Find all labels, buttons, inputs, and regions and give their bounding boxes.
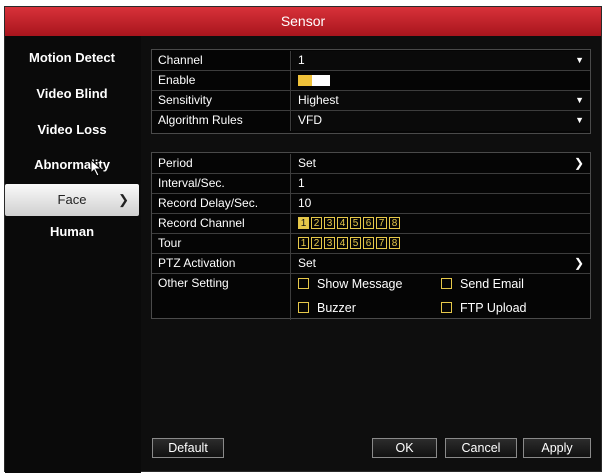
- ftp-upload-option[interactable]: FTP Upload: [441, 298, 526, 318]
- send-email-option[interactable]: Send Email: [441, 274, 524, 294]
- checkbox-icon: [441, 278, 452, 289]
- record-delay-input[interactable]: 10: [292, 194, 590, 213]
- record-delay-value: 10: [298, 196, 312, 210]
- record-channel-checkbox[interactable]: 7: [376, 217, 387, 229]
- interval-value: 1: [298, 176, 305, 190]
- sensitivity-select[interactable]: Highest ▼: [292, 91, 590, 110]
- sidebar-item-abnormality[interactable]: Abnormality: [5, 149, 139, 181]
- record-channel-row: Record Channel 1 2 3 4 5 6 7 8: [152, 214, 590, 234]
- caret-down-icon: ▼: [575, 95, 584, 105]
- channel-select[interactable]: 1 ▼: [292, 51, 590, 70]
- sidebar-item-label: Human: [49, 224, 95, 239]
- record-channel-checkbox[interactable]: 3: [324, 217, 335, 229]
- tour-row: Tour 1 2 3 4 5 6 7 8: [152, 234, 590, 254]
- record-channel-checkbox[interactable]: 5: [350, 217, 361, 229]
- checkbox-icon: [298, 278, 309, 289]
- caret-down-icon: ▼: [575, 115, 584, 125]
- caret-down-icon: ▼: [575, 55, 584, 65]
- record-channel-checkbox[interactable]: 8: [389, 217, 400, 229]
- default-button[interactable]: Default: [152, 438, 224, 458]
- algorithm-label: Algorithm Rules: [152, 111, 291, 131]
- algorithm-row: Algorithm Rules VFD ▼: [152, 111, 590, 131]
- tour-channel-selector: 1 2 3 4 5 6 7 8: [298, 237, 400, 249]
- show-message-label: Show Message: [317, 277, 403, 291]
- ptz-set-button[interactable]: Set ❯: [292, 254, 590, 273]
- show-message-option[interactable]: Show Message: [298, 274, 402, 294]
- sensor-window: Sensor Motion Detect Video Blind Video L…: [4, 6, 602, 473]
- enable-label: Enable: [152, 71, 291, 90]
- sidebar-item-label: Video Loss: [37, 122, 107, 137]
- interval-label: Interval/Sec.: [152, 174, 291, 193]
- algorithm-value: VFD: [298, 113, 322, 127]
- toggle-knob: [312, 75, 330, 86]
- interval-row: Interval/Sec. 1: [152, 174, 590, 194]
- apply-button[interactable]: Apply: [523, 438, 591, 458]
- settings-panel: Period Set ❯ Interval/Sec. 1 Record Dela…: [151, 152, 591, 320]
- cancel-button[interactable]: Cancel: [445, 438, 517, 458]
- period-row: Period Set ❯: [152, 154, 590, 174]
- sidebar-item-face[interactable]: Face ❯: [5, 184, 139, 216]
- tour-channel-checkbox[interactable]: 4: [337, 237, 348, 249]
- interval-input[interactable]: 1: [292, 174, 590, 193]
- record-delay-label: Record Delay/Sec.: [152, 194, 291, 213]
- other-setting-row: Other Setting Show Message Send Email Bu…: [152, 274, 590, 320]
- enable-row: Enable: [152, 71, 590, 91]
- chevron-right-icon: ❯: [573, 156, 584, 170]
- record-channel-selector: 1 2 3 4 5 6 7 8: [298, 217, 400, 229]
- period-value: Set: [298, 156, 317, 170]
- tour-channel-checkbox[interactable]: 2: [311, 237, 322, 249]
- send-email-label: Send Email: [460, 277, 524, 291]
- mouse-cursor-icon: [90, 159, 103, 177]
- sidebar-item-label: Motion Detect: [29, 50, 115, 65]
- tour-channel-checkbox[interactable]: 6: [363, 237, 374, 249]
- buzzer-option[interactable]: Buzzer: [298, 298, 356, 318]
- buzzer-label: Buzzer: [317, 301, 356, 315]
- channel-row: Channel 1 ▼: [152, 51, 590, 71]
- detection-panel: Channel 1 ▼ Enable Sensitivity Highest ▼…: [151, 49, 591, 134]
- tour-channel-checkbox[interactable]: 3: [324, 237, 335, 249]
- algorithm-select[interactable]: VFD ▼: [292, 111, 590, 131]
- record-channel-checkbox[interactable]: 1: [298, 217, 309, 229]
- record-channel-checkbox[interactable]: 4: [337, 217, 348, 229]
- channel-label: Channel: [152, 51, 291, 70]
- channel-value: 1: [298, 53, 305, 67]
- sidebar-item-video-blind[interactable]: Video Blind: [5, 78, 139, 110]
- sidebar-item-label: Video Blind: [36, 86, 108, 101]
- record-channel-checkbox[interactable]: 2: [311, 217, 322, 229]
- period-set-button[interactable]: Set ❯: [292, 154, 590, 173]
- ptz-row: PTZ Activation Set ❯: [152, 254, 590, 274]
- ok-button[interactable]: OK: [372, 438, 437, 458]
- sidebar-item-video-loss[interactable]: Video Loss: [5, 114, 139, 146]
- ptz-value: Set: [298, 256, 317, 270]
- sidebar-item-label: Face: [57, 192, 87, 207]
- record-channel-label: Record Channel: [152, 214, 291, 233]
- chevron-right-icon: ❯: [573, 256, 584, 270]
- window-title: Sensor: [5, 7, 601, 36]
- checkbox-icon: [441, 302, 452, 313]
- ftp-upload-label: FTP Upload: [460, 301, 527, 315]
- period-label: Period: [152, 154, 291, 173]
- tour-channel-checkbox[interactable]: 8: [389, 237, 400, 249]
- sensitivity-row: Sensitivity Highest ▼: [152, 91, 590, 111]
- record-channel-checkbox[interactable]: 6: [363, 217, 374, 229]
- chevron-right-icon: ❯: [118, 192, 129, 207]
- tour-channel-checkbox[interactable]: 5: [350, 237, 361, 249]
- tour-channel-checkbox[interactable]: 7: [376, 237, 387, 249]
- sensitivity-value: Highest: [298, 93, 339, 107]
- checkbox-icon: [298, 302, 309, 313]
- sidebar-item-motion-detect[interactable]: Motion Detect: [5, 42, 139, 74]
- record-delay-row: Record Delay/Sec. 10: [152, 194, 590, 214]
- other-setting-label: Other Setting: [152, 274, 291, 320]
- sidebar-item-human[interactable]: Human: [5, 216, 139, 248]
- enable-toggle[interactable]: [298, 75, 330, 86]
- tour-label: Tour: [152, 234, 291, 253]
- sensitivity-label: Sensitivity: [152, 91, 291, 110]
- ptz-label: PTZ Activation: [152, 254, 291, 273]
- sidebar: Motion Detect Video Blind Video Loss Abn…: [5, 36, 141, 473]
- tour-channel-checkbox[interactable]: 1: [298, 237, 309, 249]
